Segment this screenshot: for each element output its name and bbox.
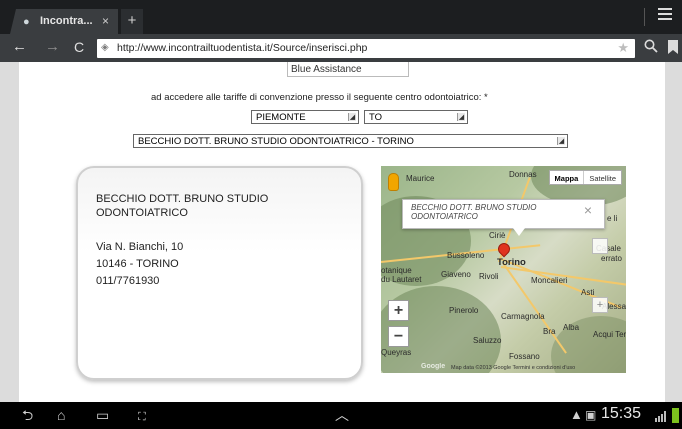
search-icon[interactable] [644,39,658,53]
map-attribution[interactable]: Map data ©2013 Google Termini e condizio… [451,365,575,371]
up-chevron-icon[interactable]: ︿ [335,407,349,423]
map-label-carmagnola: Carmagnola [501,312,545,321]
map-type-button-map[interactable]: Mappa [550,171,585,184]
map-label-alba: Alba [563,323,580,332]
browser-globe-icon: ● [23,16,30,28]
map-label-botaniques: otanique [381,266,412,275]
assistance-field[interactable]: Blue Assistance [287,62,409,77]
status-clock: 15:35 [601,405,642,422]
map-label-donnas: Donnas [509,170,537,179]
system-bar: ⮌ ⌂ ▭ ⛶ ︿ ▲ ▣ [0,402,682,429]
site-info-icon: ◈ [101,42,109,53]
dental-center-select-value: BECCHIO DOTT. BRUNO STUDIO ODONTOIATRICO… [138,136,414,147]
center-city: 10146 - TORINO [96,258,179,270]
map-type-control: Mappa Satellite [548,170,622,185]
back-nav-icon[interactable]: ⮌ [22,407,33,423]
map-label-pinerolo: Pinerolo [449,306,479,315]
recent-apps-icon[interactable]: ▭ [96,407,109,423]
map-label-acqui: Acqui Term [593,330,626,339]
battery-icon [672,408,679,423]
zoom-out-button[interactable]: − [388,326,409,347]
map-label-asti: Asti [581,288,595,297]
image-notification-icon: ▣ [585,408,597,422]
web-page: Blue Assistance ad accedere alle tariffe… [19,62,665,402]
center-phone: 011/7761930 [96,275,160,287]
map-info-window: BECCHIO DOTT. BRUNO STUDIO ODONTOIATRICO… [402,199,605,236]
map-control-small[interactable] [592,238,608,254]
screen: ● Incontra... × + ← → C ◈ http://www.inc… [0,0,682,429]
map-label-torino: Torino [497,257,526,268]
bookmark-star-icon[interactable]: ★ [617,40,629,56]
map-label-maurice: Maurice [406,174,435,183]
province-select-value: TO [369,112,383,123]
center-name: BECCHIO DOTT. BRUNO STUDIO ODONTOIATRICO [96,193,269,219]
province-select[interactable]: TO ◢ [364,110,468,124]
browser-toolbar: ← → C ◈ http://www.incontrailtuodentista… [0,34,682,62]
map-label-moncalieri: Moncalieri [531,276,568,285]
center-address: Via N. Bianchi, 10 10146 - TORINO 011/77… [96,239,183,290]
map-control-plus-small[interactable]: + [592,297,608,313]
home-icon[interactable]: ⌂ [57,407,65,423]
reload-icon[interactable]: C [74,39,84,55]
info-window-close-icon[interactable]: × [584,202,592,218]
region-select-value: PIEMONTE [256,112,306,123]
map-marker-icon[interactable] [495,240,513,258]
dropdown-arrow-icon: ◢ [348,113,356,121]
map-label-queyras: Queyras [381,348,412,357]
map-label-lautaret: du Lautaret [381,275,422,284]
zoom-in-button[interactable]: + [388,300,409,321]
map-label-rivoli: Rivoli [479,272,499,281]
map-label-li: e li [607,214,618,223]
map-label-bra: Bra [543,327,556,336]
new-tab-button[interactable]: + [121,9,143,34]
google-logo: Google [421,363,446,370]
info-window-text: BECCHIO DOTT. BRUNO STUDIO ODONTOIATRICO [411,203,537,221]
dental-center-select[interactable]: BECCHIO DOTT. BRUNO STUDIO ODONTOIATRICO… [133,134,568,148]
address-bar[interactable]: ◈ http://www.incontrailtuodentista.it/So… [97,39,635,58]
dropdown-arrow-icon: ◢ [457,113,465,121]
map-label-giaveno: Giaveno [441,270,471,279]
map-label-cirie: Ciriè [489,231,506,240]
region-select[interactable]: PIEMONTE ◢ [251,110,359,124]
center-street: Via N. Bianchi, 10 [96,241,184,253]
screenshot-icon[interactable]: ⛶ [138,409,146,425]
forward-arrow-icon[interactable]: → [45,39,60,55]
tab-title: Incontra... [40,15,93,27]
tab-separator [644,8,645,26]
map-type-button-satellite[interactable]: Satellite [584,171,621,184]
menu-icon[interactable] [658,8,672,22]
close-tab-icon[interactable]: × [102,14,109,28]
signal-icon [655,411,666,422]
back-arrow-icon[interactable]: ← [12,39,27,55]
url-text: http://www.incontrailtuodentista.it/Sour… [117,42,368,54]
map-label-bussoleno: Bussoleno [447,251,485,260]
warning-icon: ▲ [570,407,583,422]
access-instruction-text: ad accedere alle tariffe di convenzione … [151,92,488,103]
browser-tab[interactable]: ● Incontra... × [10,9,118,34]
dropdown-arrow-icon: ◢ [557,137,565,145]
map-label-saluzzo: Saluzzo [473,336,502,345]
tab-strip: ● Incontra... × + [0,0,682,34]
google-map[interactable]: Maurice Donnas Ciriè e li Bussoleno Tori… [381,166,626,373]
street-view-pegman-icon[interactable] [388,173,399,191]
map-label-ferrato: errato [601,254,622,263]
map-label-fossano: Fossano [509,352,540,361]
center-info-card: BECCHIO DOTT. BRUNO STUDIO ODONTOIATRICO… [76,166,363,380]
bookmarks-icon[interactable] [668,40,678,54]
